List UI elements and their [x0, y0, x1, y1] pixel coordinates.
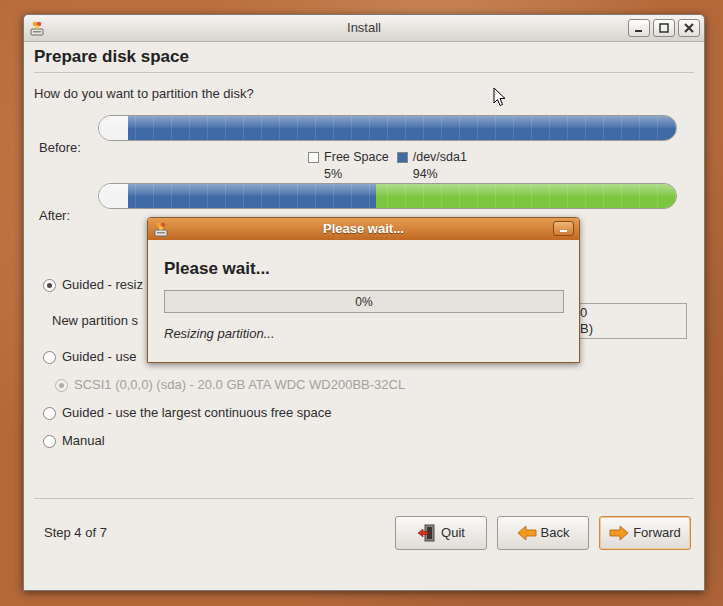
- legend-item: /dev/sda194%: [397, 149, 467, 183]
- back-arrow-icon: [517, 525, 537, 541]
- radio-option[interactable]: Manual: [34, 431, 694, 451]
- forward-arrow-icon: [609, 525, 629, 541]
- after-label: After:: [34, 183, 98, 224]
- close-icon[interactable]: [678, 19, 700, 37]
- separator: [34, 498, 694, 499]
- dialog-status: Resizing partition...: [164, 326, 563, 342]
- radio-dot-icon: [47, 283, 52, 288]
- legend-item: Free Space5%: [308, 149, 389, 183]
- progress-bar: 0%: [164, 290, 564, 313]
- legend-swatch: [308, 152, 319, 163]
- radio-icon[interactable]: [43, 279, 56, 292]
- dialog-title-bar[interactable]: Please wait...: [148, 218, 579, 240]
- question: How do you want to partition the disk?: [34, 86, 694, 102]
- minimize-icon[interactable]: [628, 19, 650, 37]
- dialog-minimize-icon[interactable]: [553, 221, 574, 236]
- quit-icon: [417, 524, 437, 542]
- before-bar: [98, 115, 677, 141]
- quit-button[interactable]: Quit: [395, 516, 487, 550]
- step-label: Step 4 of 7: [44, 523, 107, 543]
- legend-swatch: [397, 152, 408, 163]
- page-heading: Prepare disk space: [34, 42, 694, 67]
- before-label: Before:: [34, 115, 98, 183]
- dialog-title: Please wait...: [323, 219, 404, 239]
- size-label: New partition s: [52, 311, 138, 331]
- radio-icon[interactable]: [43, 435, 56, 448]
- size-field[interactable]: 0B): [577, 303, 687, 339]
- separator: [34, 72, 694, 73]
- bar-shine: [99, 184, 676, 196]
- footer: Step 4 of 7 Quit Back Forward: [34, 516, 694, 550]
- after-bar: [98, 183, 677, 209]
- radio-icon[interactable]: [55, 379, 68, 392]
- radio-icon[interactable]: [43, 407, 56, 420]
- desktop: Install Prepare disk space How do you want…: [0, 0, 723, 606]
- dialog-icon: [153, 221, 169, 237]
- window-title: Install: [347, 18, 381, 38]
- radio-dot-icon: [59, 383, 64, 388]
- radio-option[interactable]: Guided - use the largest continuous free…: [34, 403, 694, 423]
- before-row: Before:Free Space5%/dev/sda194%: [34, 115, 694, 183]
- installer-icon: [29, 20, 45, 36]
- radio-icon[interactable]: [43, 351, 56, 364]
- title-bar[interactable]: Install: [24, 15, 704, 42]
- progress-dialog: Please wait...Please wait... 0% Resizing p…: [147, 217, 580, 363]
- dialog-heading: Please wait...: [164, 240, 563, 279]
- back-button[interactable]: Back: [497, 516, 589, 550]
- radio-option[interactable]: SCSI1 (0,0,0) (sda) - 20.0 GB ATA WDC WD…: [34, 375, 694, 395]
- maximize-icon[interactable]: [653, 19, 675, 37]
- mouse-cursor-icon: [493, 87, 506, 107]
- forward-button[interactable]: Forward: [599, 516, 691, 550]
- bar-shine: [99, 116, 676, 128]
- legend: Free Space5%/dev/sda194%: [98, 149, 677, 183]
